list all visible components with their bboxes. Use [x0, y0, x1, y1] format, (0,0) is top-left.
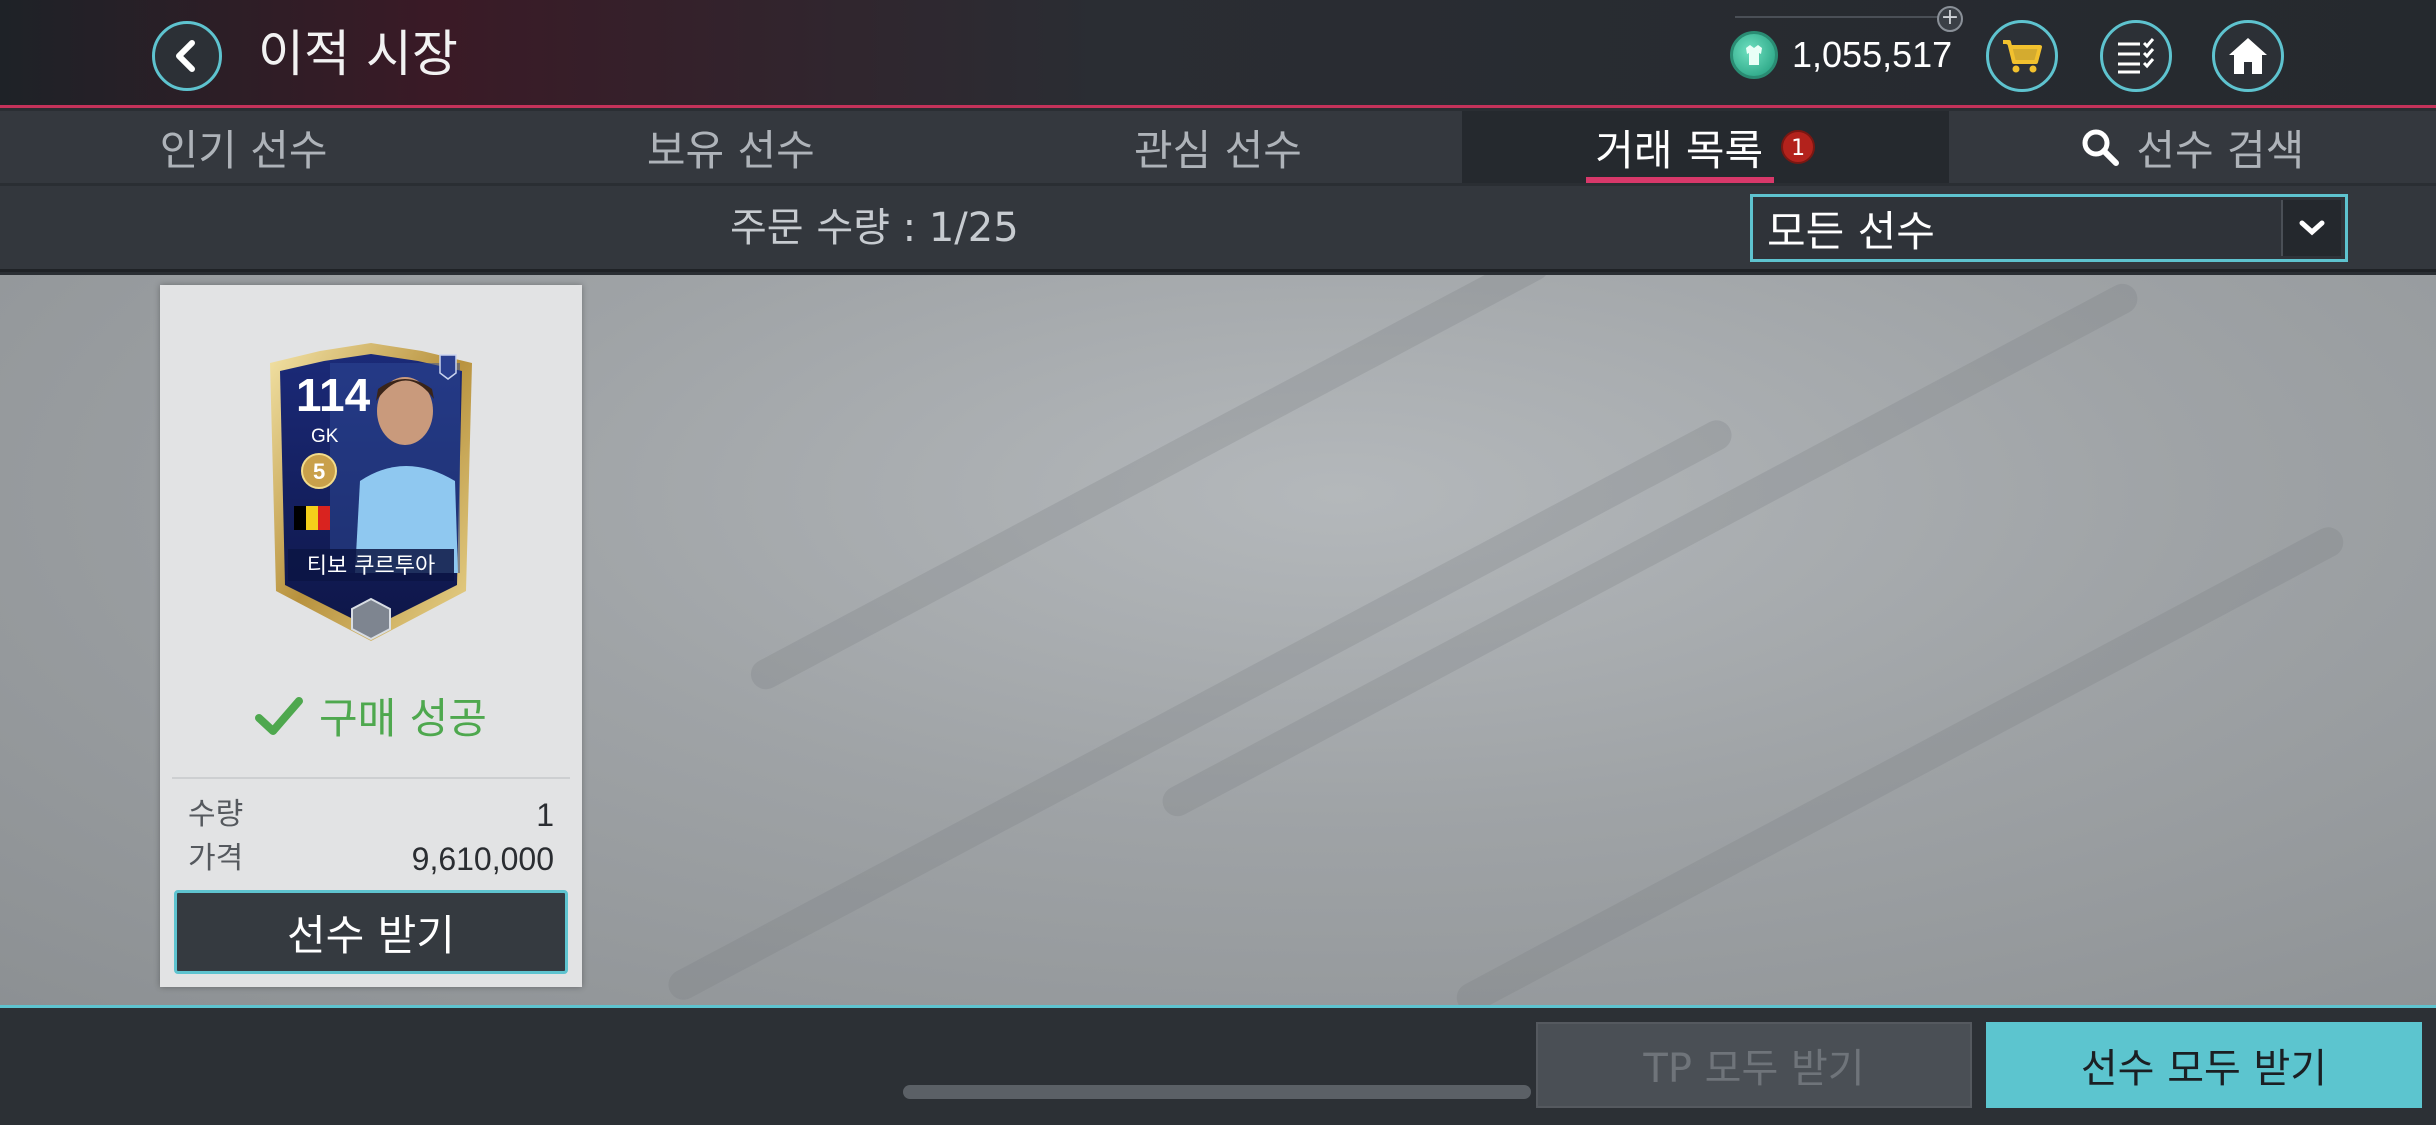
tp-coin-icon	[1730, 31, 1778, 79]
quantity-label: 수량	[188, 797, 244, 832]
player-filter-dropdown[interactable]: 모든 선수	[1750, 194, 2348, 262]
chevron-down-icon[interactable]	[2281, 200, 2341, 256]
background-texture	[745, 275, 1555, 695]
divider	[172, 777, 570, 779]
checklist-icon	[2118, 38, 2155, 74]
home-icon	[2229, 38, 2267, 74]
receive-all-tp-button[interactable]: TP 모두 받기	[1536, 1022, 1972, 1108]
page-title: 이적 시장	[258, 25, 458, 83]
tab-label: 선수 검색	[2136, 125, 2305, 175]
tab-label: 관심 선수	[1134, 125, 1302, 175]
tab-label: 인기 선수	[159, 125, 328, 175]
dropdown-value: 모든 선수	[1767, 206, 1935, 256]
svg-text:티보 쿠르투아: 티보 쿠르투아	[307, 554, 435, 579]
tab-popular-players[interactable]: 인기 선수	[0, 111, 487, 183]
tab-owned-players[interactable]: 보유 선수	[487, 111, 974, 183]
player-card-art: 114 GK 5 티보 쿠르투아	[270, 343, 472, 641]
tab-trade-list[interactable]: 거래 목록 1	[1461, 111, 1949, 183]
player-card[interactable]: 114 GK 5 티보 쿠르투아	[260, 341, 482, 651]
order-count: 주문 수량 : 1/25	[730, 205, 1019, 251]
currency-display: 1,055,517	[1730, 28, 1952, 82]
currency-value: 1,055,517	[1792, 34, 1953, 75]
quantity-value: 1	[536, 797, 554, 833]
cart-icon	[2003, 40, 2042, 73]
svg-text:114: 114	[296, 369, 371, 421]
tab-watchlist-players[interactable]: 관심 선수	[974, 111, 1461, 183]
background-texture	[1157, 278, 2143, 822]
receive-player-button[interactable]: 선수 받기	[174, 890, 568, 974]
home-button[interactable]	[2212, 20, 2284, 92]
status-text: 구매 성공	[319, 694, 487, 743]
price-value: 9,610,000	[411, 841, 554, 877]
currency-line	[1735, 16, 1940, 18]
notification-badge: 1	[1781, 130, 1816, 164]
scrollbar[interactable]	[903, 1085, 1531, 1099]
price-row: 가격 9,610,000	[188, 833, 554, 878]
tab-player-search[interactable]: 선수 검색	[1949, 111, 2436, 183]
svg-text:5: 5	[313, 459, 325, 484]
background-texture	[663, 415, 1737, 1005]
purchase-status: 구매 성공	[160, 685, 582, 746]
top-bar: 이적 시장 + 1,055,517	[0, 0, 2436, 108]
tab-bar: 인기 선수 보유 선수 관심 선수 거래 목록 1 선수 검색	[0, 111, 2436, 183]
receive-all-players-button[interactable]: 선수 모두 받기	[1986, 1022, 2422, 1108]
check-icon	[255, 696, 304, 735]
checklist-button[interactable]	[2100, 20, 2172, 92]
quantity-row: 수량 1	[188, 789, 554, 834]
filter-bar: 주문 수량 : 1/25 모든 선수	[0, 186, 2436, 272]
price-label: 가격	[188, 841, 244, 876]
tab-label: 보유 선수	[646, 125, 815, 175]
tab-label: 거래 목록	[1595, 125, 1764, 175]
cart-button[interactable]	[1986, 20, 2058, 92]
search-icon	[2082, 129, 2120, 166]
back-button[interactable]	[152, 21, 222, 91]
trade-item-card[interactable]: 114 GK 5 티보 쿠르투아 구매 성공 수량 1 가격 9,610,000…	[160, 285, 582, 987]
svg-text:GK: GK	[311, 426, 339, 447]
chevron-left-icon	[176, 40, 195, 72]
